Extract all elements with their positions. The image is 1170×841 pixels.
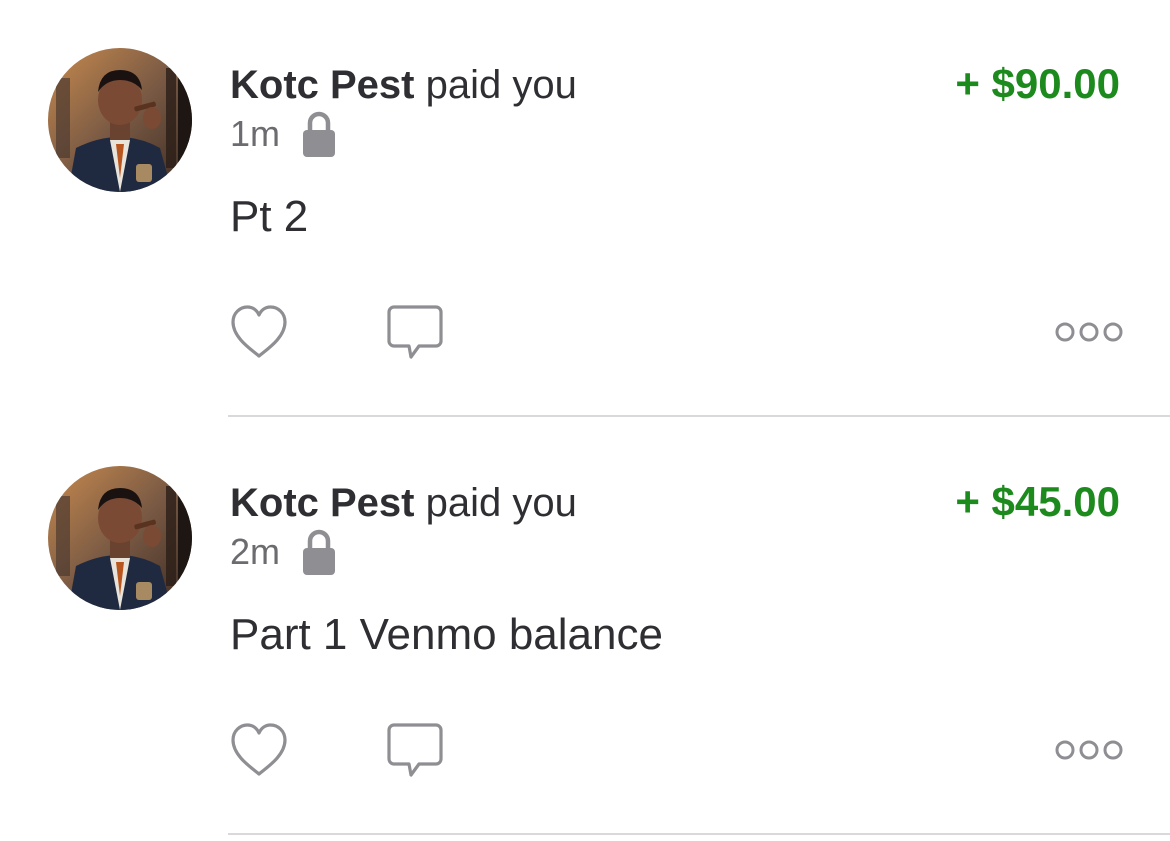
comment-icon[interactable] — [386, 304, 444, 362]
more-options-icon[interactable] — [1054, 318, 1124, 346]
actor-name[interactable]: Kotc Pest — [230, 63, 415, 107]
avatar-image — [48, 48, 192, 192]
lock-icon[interactable] — [302, 528, 336, 576]
heart-icon[interactable] — [230, 304, 288, 360]
lock-icon[interactable] — [302, 110, 336, 158]
comment-icon[interactable] — [386, 722, 444, 780]
divider — [228, 833, 1170, 835]
story-verb: paid you — [425, 481, 577, 525]
story-meta: 1m — [230, 110, 336, 158]
avatar-image — [48, 466, 192, 610]
payment-amount: + $45.00 — [955, 478, 1120, 525]
transaction-feed: Kotc Pest paid you + $90.00 1m Pt 2 Kotc… — [0, 0, 1170, 841]
heart-icon[interactable] — [230, 722, 288, 778]
payment-note: Part 1 Venmo balance — [230, 610, 663, 659]
payment-note: Pt 2 — [230, 192, 309, 241]
story-meta: 2m — [230, 528, 336, 576]
timestamp: 2m — [230, 531, 281, 572]
avatar[interactable] — [48, 48, 192, 192]
story-title: Kotc Pest paid you — [230, 62, 577, 108]
avatar[interactable] — [48, 466, 192, 610]
transaction-story[interactable]: Kotc Pest paid you + $90.00 1m Pt 2 — [0, 0, 1170, 418]
transaction-story[interactable]: Kotc Pest paid you + $45.00 2m Part 1 Ve… — [0, 418, 1170, 836]
story-title: Kotc Pest paid you — [230, 480, 577, 526]
story-verb: paid you — [425, 63, 577, 107]
actor-name[interactable]: Kotc Pest — [230, 481, 415, 525]
payment-amount: + $90.00 — [955, 60, 1120, 107]
divider — [228, 415, 1170, 417]
more-options-icon[interactable] — [1054, 736, 1124, 764]
timestamp: 1m — [230, 113, 281, 154]
